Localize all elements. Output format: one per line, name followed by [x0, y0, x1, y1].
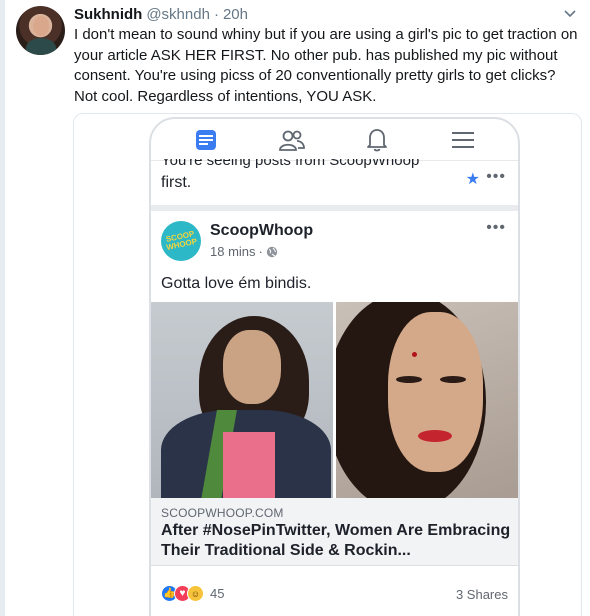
header-separator: · [213, 5, 219, 23]
reaction-count: 45 [210, 586, 225, 601]
timeline-rail [0, 0, 5, 616]
post-photos [151, 302, 518, 498]
link-domain: SCOOPWHOOP.COM [161, 506, 284, 520]
post-photo-left [151, 302, 333, 498]
haha-reaction-icon: ☺ [187, 585, 204, 602]
page-name: ScoopWhoop [210, 222, 314, 239]
user-handle[interactable]: @skhndh [146, 6, 210, 23]
post-photo-right [336, 302, 518, 498]
link-title: After #NosePinTwitter, Women Are Embraci… [161, 522, 511, 559]
phone-screenshot: You're seeing posts from ScoopWhoop firs… [149, 117, 520, 616]
notice-more-icon: ••• [486, 168, 506, 185]
star-icon: ★ [465, 171, 480, 188]
tweet-media-image[interactable]: You're seeing posts from ScoopWhoop firs… [73, 113, 582, 616]
avatar-body [26, 38, 56, 55]
tweet-text: I don't mean to sound whiny but if you a… [74, 26, 578, 105]
facebook-nav-bar [151, 119, 518, 161]
feed-notice: You're seeing posts from ScoopWhoop firs… [151, 159, 518, 205]
friends-icon [275, 125, 309, 155]
avatar-face [33, 16, 49, 36]
news-feed-icon [189, 125, 223, 155]
post-time: 18 mins [210, 244, 256, 259]
share-count: 3 Shares [455, 587, 508, 602]
tweet-timestamp[interactable]: 20h [223, 6, 248, 23]
meta-separator: · [258, 244, 263, 259]
tweet-header: Sukhnidh @skhndh · 20h [74, 4, 248, 24]
post-caption: Gotta love ém bindis. [161, 275, 312, 292]
scoopwhoop-logo: SCOOP WHOOP [161, 221, 201, 261]
link-preview: SCOOPWHOOP.COM After #NosePinTwitter, Wo… [151, 498, 518, 566]
notice-text: first. [161, 174, 192, 191]
chevron-down-icon[interactable] [564, 10, 576, 18]
menu-icon [446, 125, 480, 155]
post-more-icon: ••• [486, 219, 506, 236]
post-meta: 18 mins · [210, 244, 278, 259]
globe-icon [266, 246, 278, 257]
notifications-icon [360, 125, 394, 155]
facebook-post: SCOOP WHOOP ScoopWhoop 18 mins · ••• Got… [151, 211, 518, 616]
notice-partial-text: You're seeing posts from ScoopWhoop [161, 159, 420, 169]
avatar[interactable] [16, 6, 65, 55]
display-name[interactable]: Sukhnidh [74, 6, 142, 23]
reaction-summary: 👍 ♥ ☺ 45 [161, 585, 224, 602]
